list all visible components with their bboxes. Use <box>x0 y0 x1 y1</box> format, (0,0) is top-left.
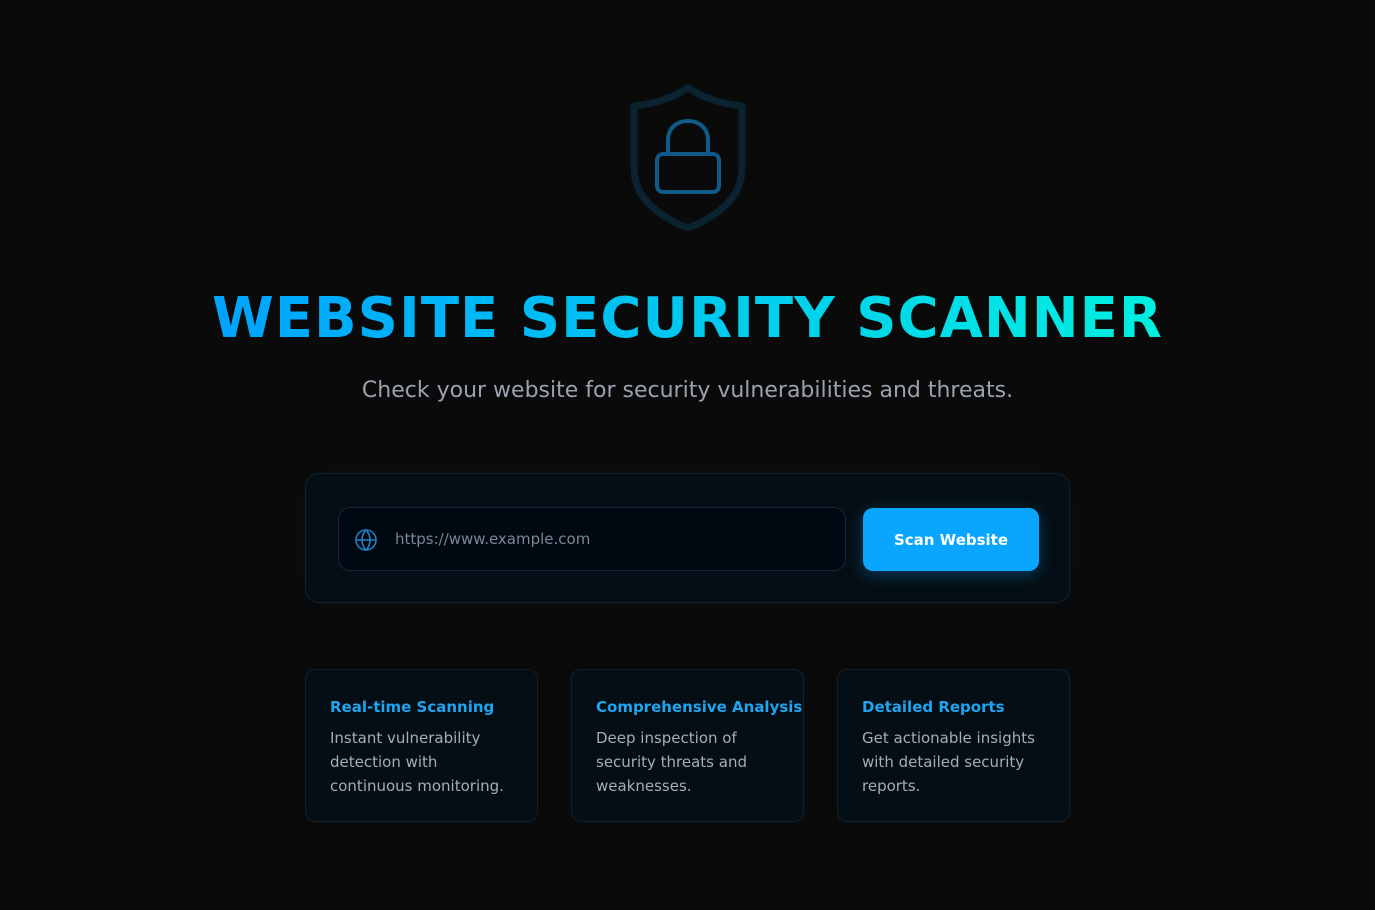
page-title: WEBSITE SECURITY SCANNER <box>0 283 1375 355</box>
globe-icon <box>354 528 378 552</box>
feature-card-description: Instant vulnerability detection with con… <box>330 729 504 795</box>
shield-lock-icon <box>622 82 754 234</box>
feature-card-detailed-reports: Detailed Reports Get actionable insights… <box>837 669 1070 822</box>
feature-card-description: Get actionable insights with detailed se… <box>862 729 1035 795</box>
feature-card-title: Real-time Scanning <box>330 698 495 716</box>
feature-card-realtime-scanning: Real-time Scanning Instant vulnerability… <box>305 669 538 822</box>
url-field[interactable] <box>338 507 846 571</box>
scan-panel: Scan Website <box>305 473 1070 603</box>
page: WEBSITE SECURITY SCANNER Check your webs… <box>0 0 1375 910</box>
feature-card-title: Comprehensive Analysis <box>596 698 803 716</box>
feature-card-title: Detailed Reports <box>862 698 1005 716</box>
feature-card-comprehensive-analysis: Comprehensive Analysis Deep inspection o… <box>571 669 804 822</box>
scan-website-button[interactable]: Scan Website <box>863 508 1039 571</box>
page-title-text: WEBSITE SECURITY SCANNER <box>211 286 1164 351</box>
page-subtitle: Check your website for security vulnerab… <box>361 378 1014 403</box>
url-input[interactable] <box>395 508 835 570</box>
feature-card-description: Deep inspection of security threats and … <box>596 729 747 795</box>
